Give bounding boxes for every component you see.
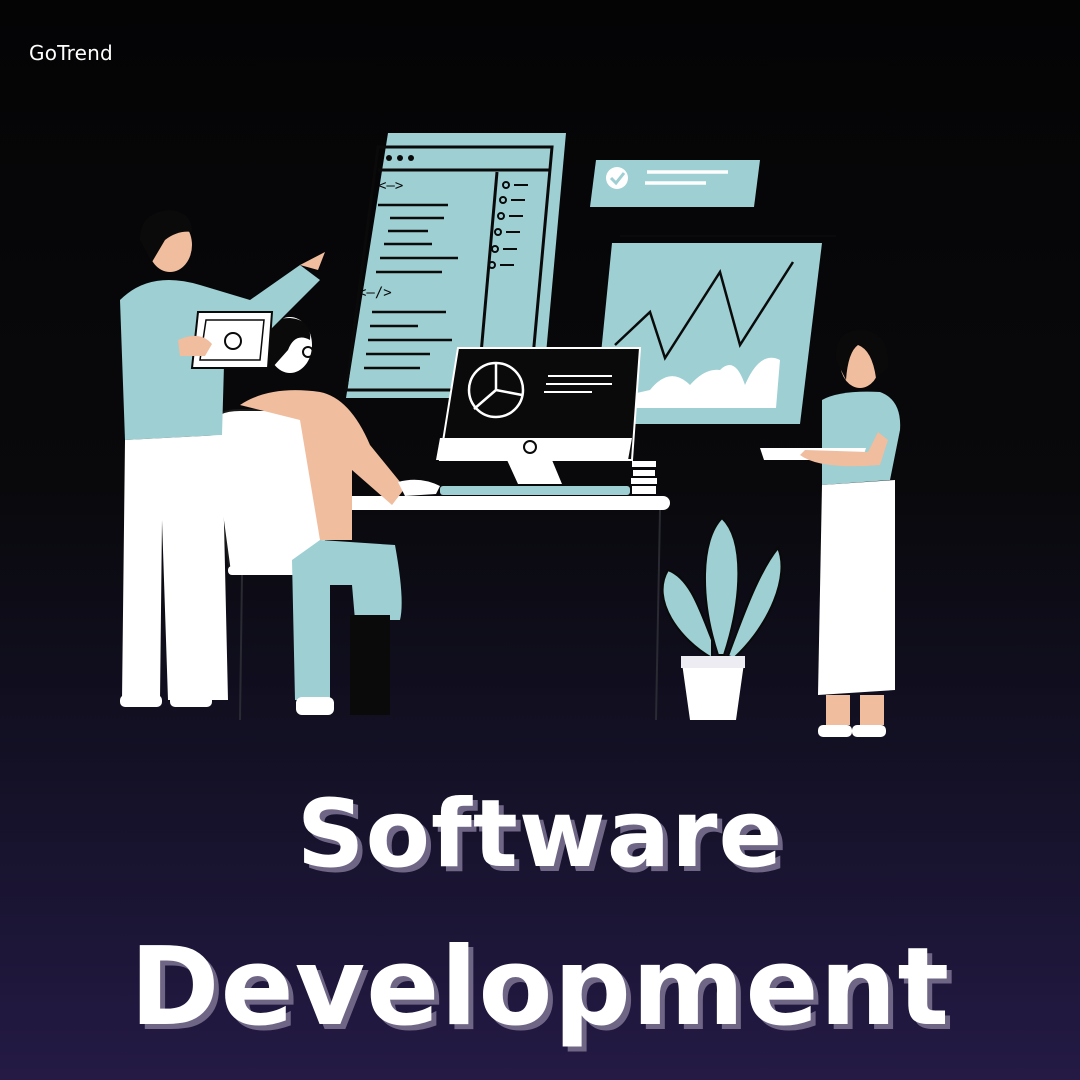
code-tag-open: <—> xyxy=(378,178,403,194)
code-tag-close: <—/> xyxy=(358,285,392,301)
notification-card xyxy=(590,160,760,207)
check-icon xyxy=(606,167,628,189)
headline-software: Software xyxy=(296,780,784,889)
desktop-monitor xyxy=(436,347,657,495)
software-team-illustration: <—> <—/> xyxy=(120,133,901,737)
headline-development: Development xyxy=(129,925,951,1050)
potted-plant xyxy=(661,516,783,720)
poster: GoTrend <—> <—/> Software Development xyxy=(0,0,1080,1080)
